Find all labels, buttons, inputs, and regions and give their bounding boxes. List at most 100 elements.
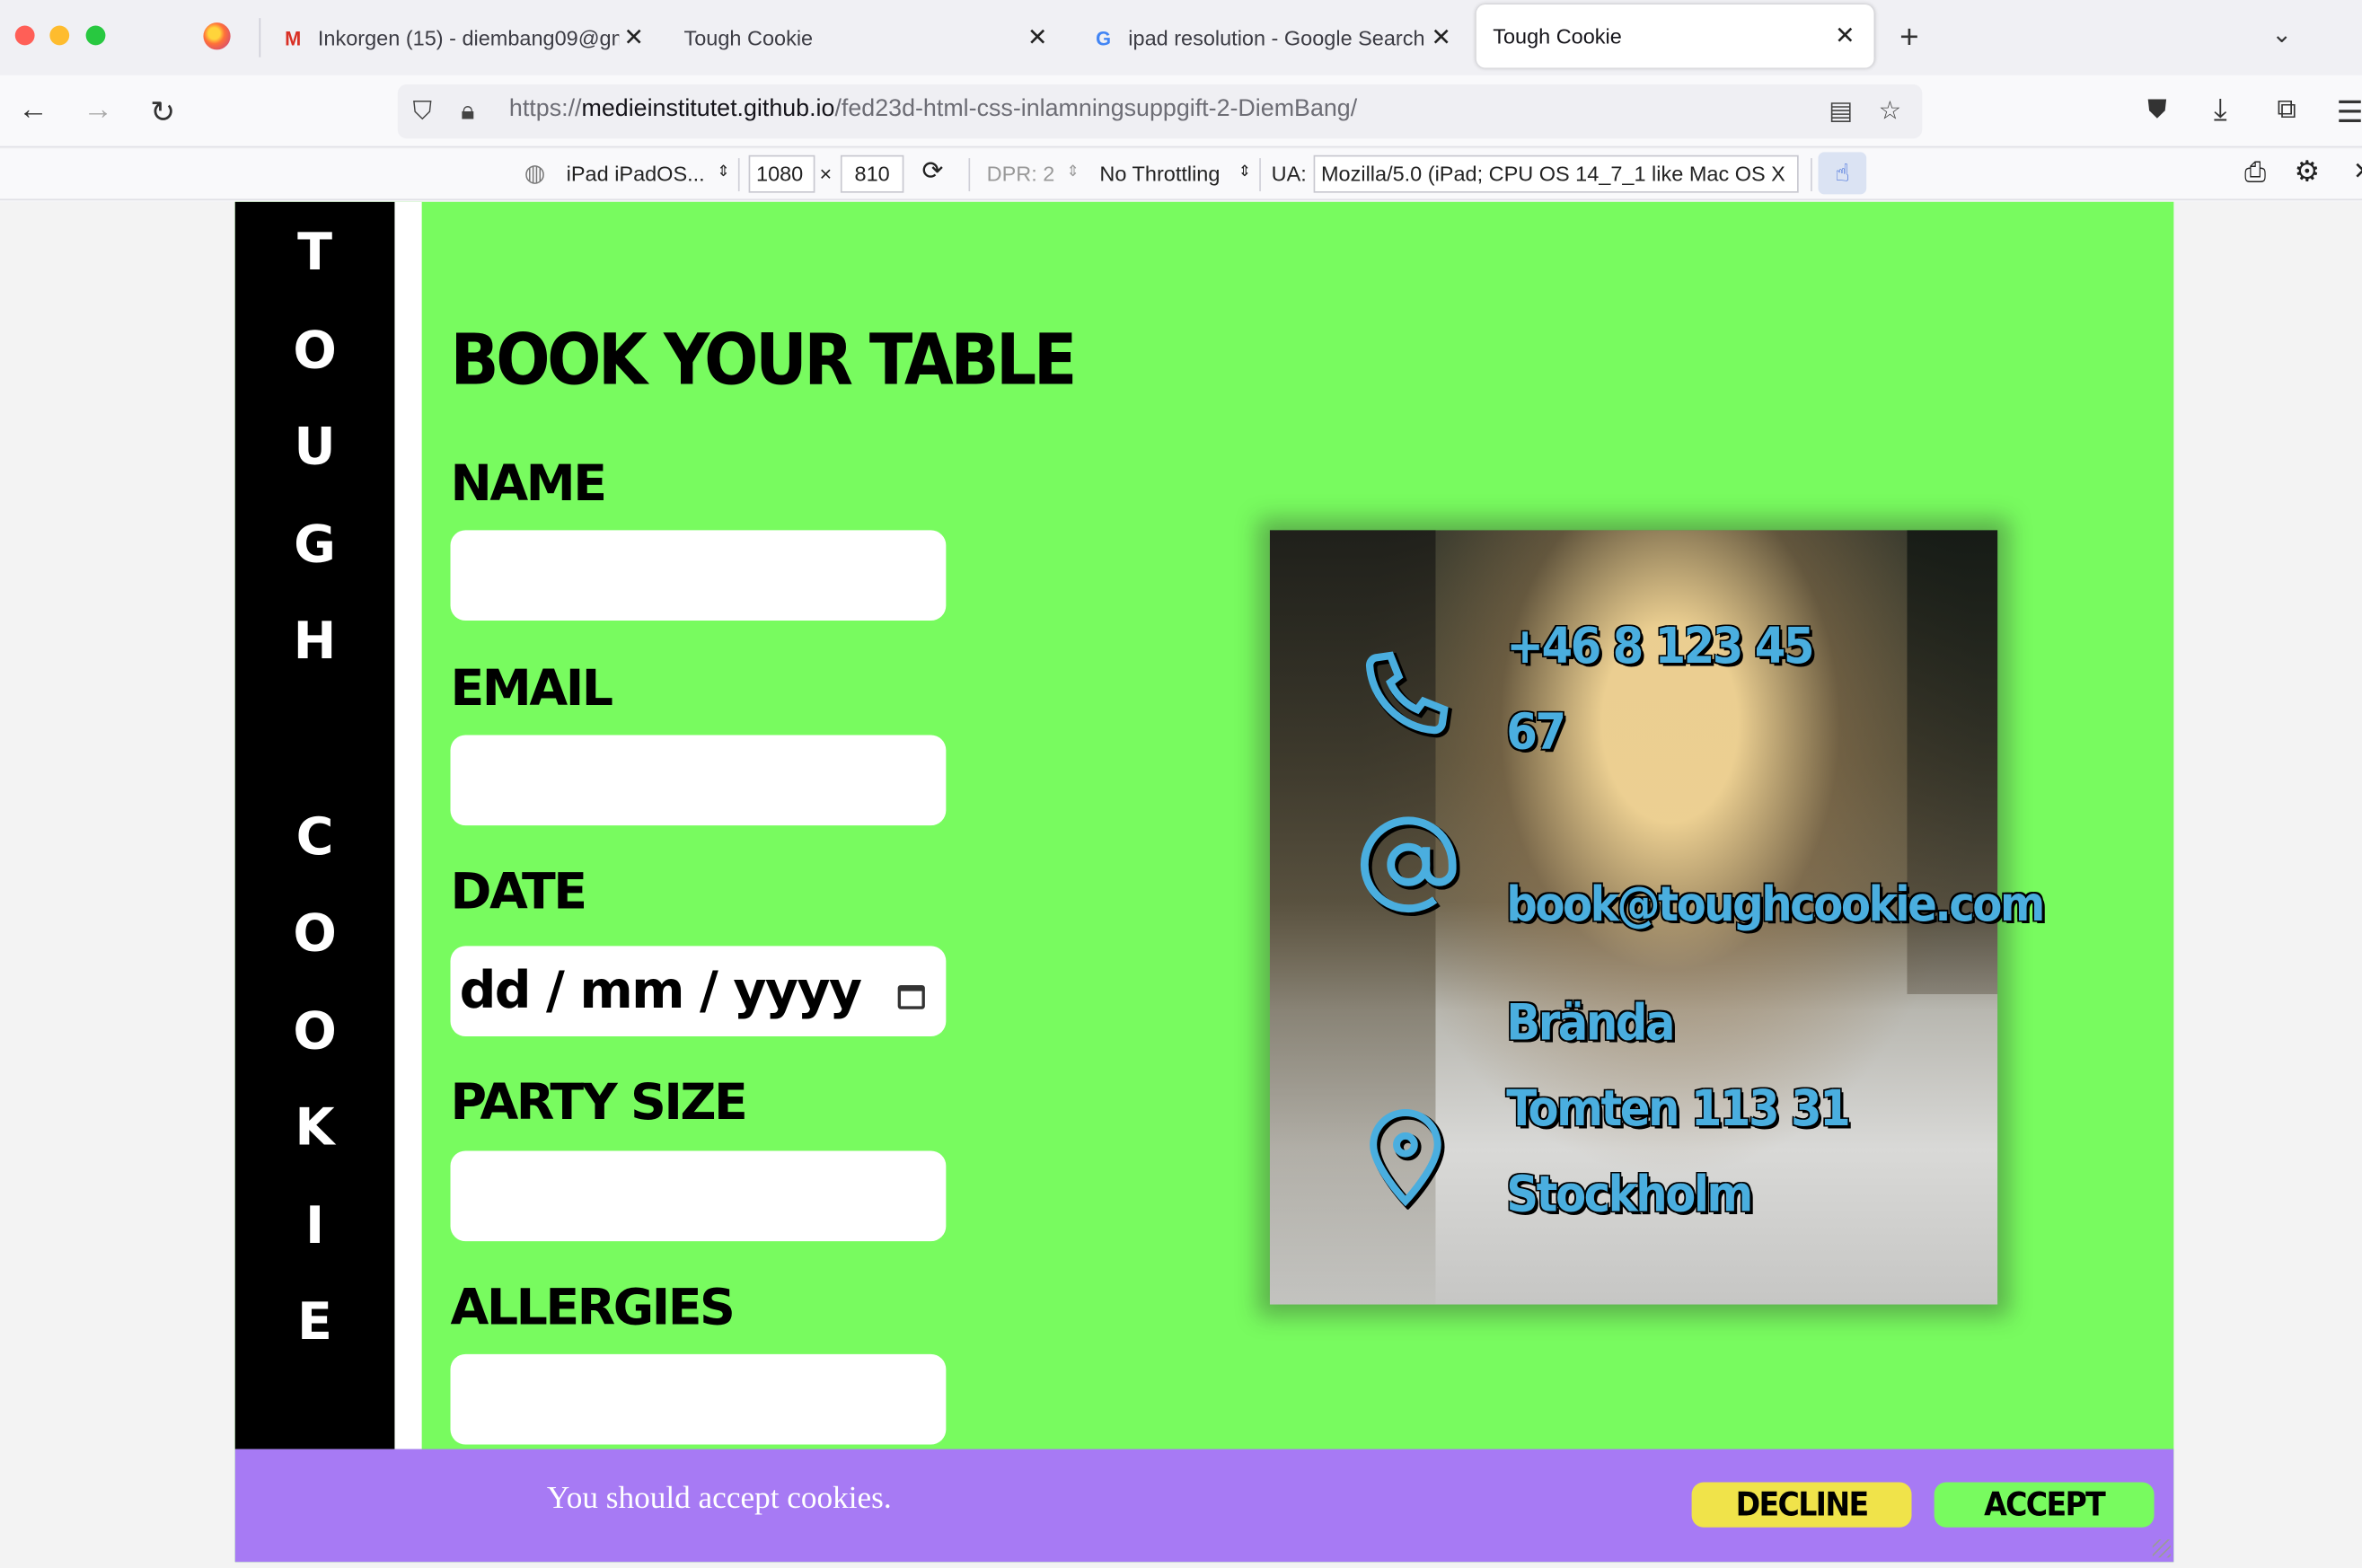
extensions-icon[interactable]: ⧉ xyxy=(2269,93,2305,125)
viewport-height-input[interactable]: 810 xyxy=(840,154,904,193)
lock-icon[interactable]: 🔒︎ xyxy=(461,96,474,127)
chevron-updown-icon: ⇕ xyxy=(1066,163,1080,181)
url-path: /fed23d-html-css-inlamningsuppgift-2-Die… xyxy=(834,96,1358,122)
user-agent-label: UA: xyxy=(1271,161,1307,186)
allergies-input[interactable] xyxy=(450,1353,947,1445)
close-rdm-icon[interactable]: ✕ xyxy=(2353,156,2362,187)
address-line: Stockholm xyxy=(1506,1164,1753,1223)
tab-tough-cookie-1[interactable]: Tough Cookie ✕ xyxy=(683,0,1060,75)
brand-sidebar: T O U G H C O O K I E xyxy=(234,201,395,1449)
reader-view-icon[interactable]: ▤ xyxy=(1829,96,1853,127)
tab-google-search[interactable]: G ipad resolution - Google Search ✕ xyxy=(1090,0,1458,75)
allergies-label: ALLERGIES xyxy=(450,1277,736,1336)
date-input[interactable]: dd / mm / yyyy xyxy=(450,946,947,1036)
device-selector[interactable]: iPad iPadOS... xyxy=(567,161,705,185)
new-tab-icon[interactable]: + xyxy=(1899,18,1919,57)
bookmark-star-icon[interactable]: ☆ xyxy=(1879,96,1902,127)
pocket-icon[interactable]: ⛊ xyxy=(2139,95,2175,126)
phone-number[interactable]: +46 8 123 45 67 xyxy=(1506,603,1814,774)
tab-label: Tough Cookie xyxy=(1493,23,1622,48)
name-label: NAME xyxy=(450,453,608,513)
settings-gear-icon[interactable]: ⚙ xyxy=(2295,155,2321,190)
at-sign-icon xyxy=(1361,816,1460,916)
brand-letter: C xyxy=(295,807,334,868)
close-tab-icon[interactable]: ✕ xyxy=(1835,21,1855,51)
address: Brända Tomten 113 31 Stockholm xyxy=(1506,979,1851,1237)
email-input[interactable] xyxy=(450,735,947,826)
name-input[interactable] xyxy=(450,530,947,621)
tab-gmail[interactable]: M Inkorgen (15) - diembang09@gm ✕ xyxy=(280,0,651,75)
window-close-button[interactable] xyxy=(14,25,35,46)
downloads-icon[interactable]: ⤓ xyxy=(2202,93,2238,128)
tab-tough-cookie-active[interactable]: Tough Cookie ✕ xyxy=(1476,4,1874,68)
window-minimize-button[interactable] xyxy=(49,25,70,46)
divider xyxy=(1259,158,1261,192)
device-icon: ◍ xyxy=(524,161,546,187)
app-menu-icon[interactable]: ☰ xyxy=(2331,93,2362,131)
dpr-selector[interactable]: DPR: 2 xyxy=(987,161,1055,185)
tab-label: ipad resolution - Google Search xyxy=(1128,25,1425,50)
address-line: Tomten 113 31 xyxy=(1506,1078,1851,1138)
divider xyxy=(1811,158,1812,192)
close-tab-icon[interactable]: ✕ xyxy=(623,22,643,53)
chevron-updown-icon: ⇕ xyxy=(717,163,730,181)
phone-icon xyxy=(1365,651,1452,738)
throttling-selector[interactable]: No Throttling xyxy=(1099,161,1220,185)
screenshot-icon[interactable]: ⎙ xyxy=(2244,156,2266,188)
close-tab-icon[interactable]: ✕ xyxy=(1431,22,1450,53)
divider xyxy=(968,158,971,192)
brand-letter: O xyxy=(293,1001,337,1062)
location-pin-icon xyxy=(1370,1109,1445,1210)
chevron-updown-icon: ⇕ xyxy=(1238,163,1251,181)
cookie-message: You should accept cookies. xyxy=(546,1479,892,1516)
rotate-viewport-icon[interactable]: ⟳ xyxy=(922,156,944,187)
brand-letter: T xyxy=(297,223,333,284)
list-all-tabs-icon[interactable]: ⌄ xyxy=(2271,20,2291,50)
address-line: Brända xyxy=(1506,992,1675,1052)
browser-tab-strip: M Inkorgen (15) - diembang09@gm ✕ Tough … xyxy=(0,0,2362,75)
reload-icon[interactable]: ↻ xyxy=(145,93,181,131)
accept-cookies-button[interactable]: ACCEPT xyxy=(1934,1482,2155,1528)
dimension-separator: × xyxy=(819,161,833,186)
divider xyxy=(737,158,740,192)
brand-letter: O xyxy=(293,903,337,965)
brand-letter: U xyxy=(294,417,336,478)
touch-simulation-icon[interactable]: ☝︎ xyxy=(1818,152,1867,195)
cookie-banner: You should accept cookies. DECLINE ACCEP… xyxy=(234,1449,2174,1563)
brand-letter: I xyxy=(304,1195,325,1256)
viewport-width-input[interactable]: 1080 xyxy=(748,154,815,193)
email-label: EMAIL xyxy=(450,657,614,718)
brand-letter: E xyxy=(297,1292,333,1353)
viewport-resize-handle[interactable] xyxy=(2152,1539,2171,1558)
close-tab-icon[interactable]: ✕ xyxy=(1027,22,1047,53)
tab-label: Tough Cookie xyxy=(683,25,814,50)
date-label: DATE xyxy=(450,861,588,921)
firefox-view-icon[interactable] xyxy=(203,22,231,50)
tab-separator xyxy=(259,18,261,57)
url-scheme: https:// xyxy=(508,96,582,122)
user-agent-input[interactable]: Mozilla/5.0 (iPad; CPU OS 14_7_1 like Ma… xyxy=(1313,154,1799,193)
phone-line: 67 xyxy=(1506,701,1566,762)
browser-toolbar: ← → ↻ ⛉ 🔒︎ https://medieinstitutet.githu… xyxy=(0,75,2362,148)
url-host: medieinstitutet.github.io xyxy=(581,96,835,122)
sidebar-stripe xyxy=(394,201,422,1449)
decline-cookies-button[interactable]: DECLINE xyxy=(1691,1482,1912,1528)
back-icon[interactable]: ← xyxy=(15,93,51,128)
address-bar[interactable]: ⛉ 🔒︎ https://medieinstitutet.github.io/f… xyxy=(397,84,1923,139)
forward-icon[interactable]: → xyxy=(80,93,116,128)
responsive-design-toolbar: ◍ iPad iPadOS... ⇕ 1080 × 810 ⟳ DPR: 2 ⇕… xyxy=(0,149,2362,201)
date-placeholder: dd / mm / yyyy xyxy=(459,961,862,1022)
url-text[interactable]: https://medieinstitutet.github.io/fed23d… xyxy=(509,96,1357,123)
window-zoom-button[interactable] xyxy=(85,25,106,46)
google-icon: G xyxy=(1096,26,1112,49)
party-size-label: PARTY SIZE xyxy=(450,1072,748,1132)
shield-icon[interactable]: ⛉ xyxy=(413,96,432,127)
brand-letter: O xyxy=(293,321,337,382)
gmail-icon: M xyxy=(285,26,302,49)
brand-letter: G xyxy=(294,515,336,576)
party-size-input[interactable] xyxy=(450,1150,947,1242)
calendar-icon[interactable] xyxy=(897,984,925,1009)
website-page: T O U G H C O O K I E BOOK YOUR TABLE NA… xyxy=(234,201,2174,1563)
email-link[interactable]: book@toughcookie.com xyxy=(1506,861,2045,947)
contact-card: +46 8 123 45 67 book@toughcookie.com Brä… xyxy=(1269,530,2045,1305)
